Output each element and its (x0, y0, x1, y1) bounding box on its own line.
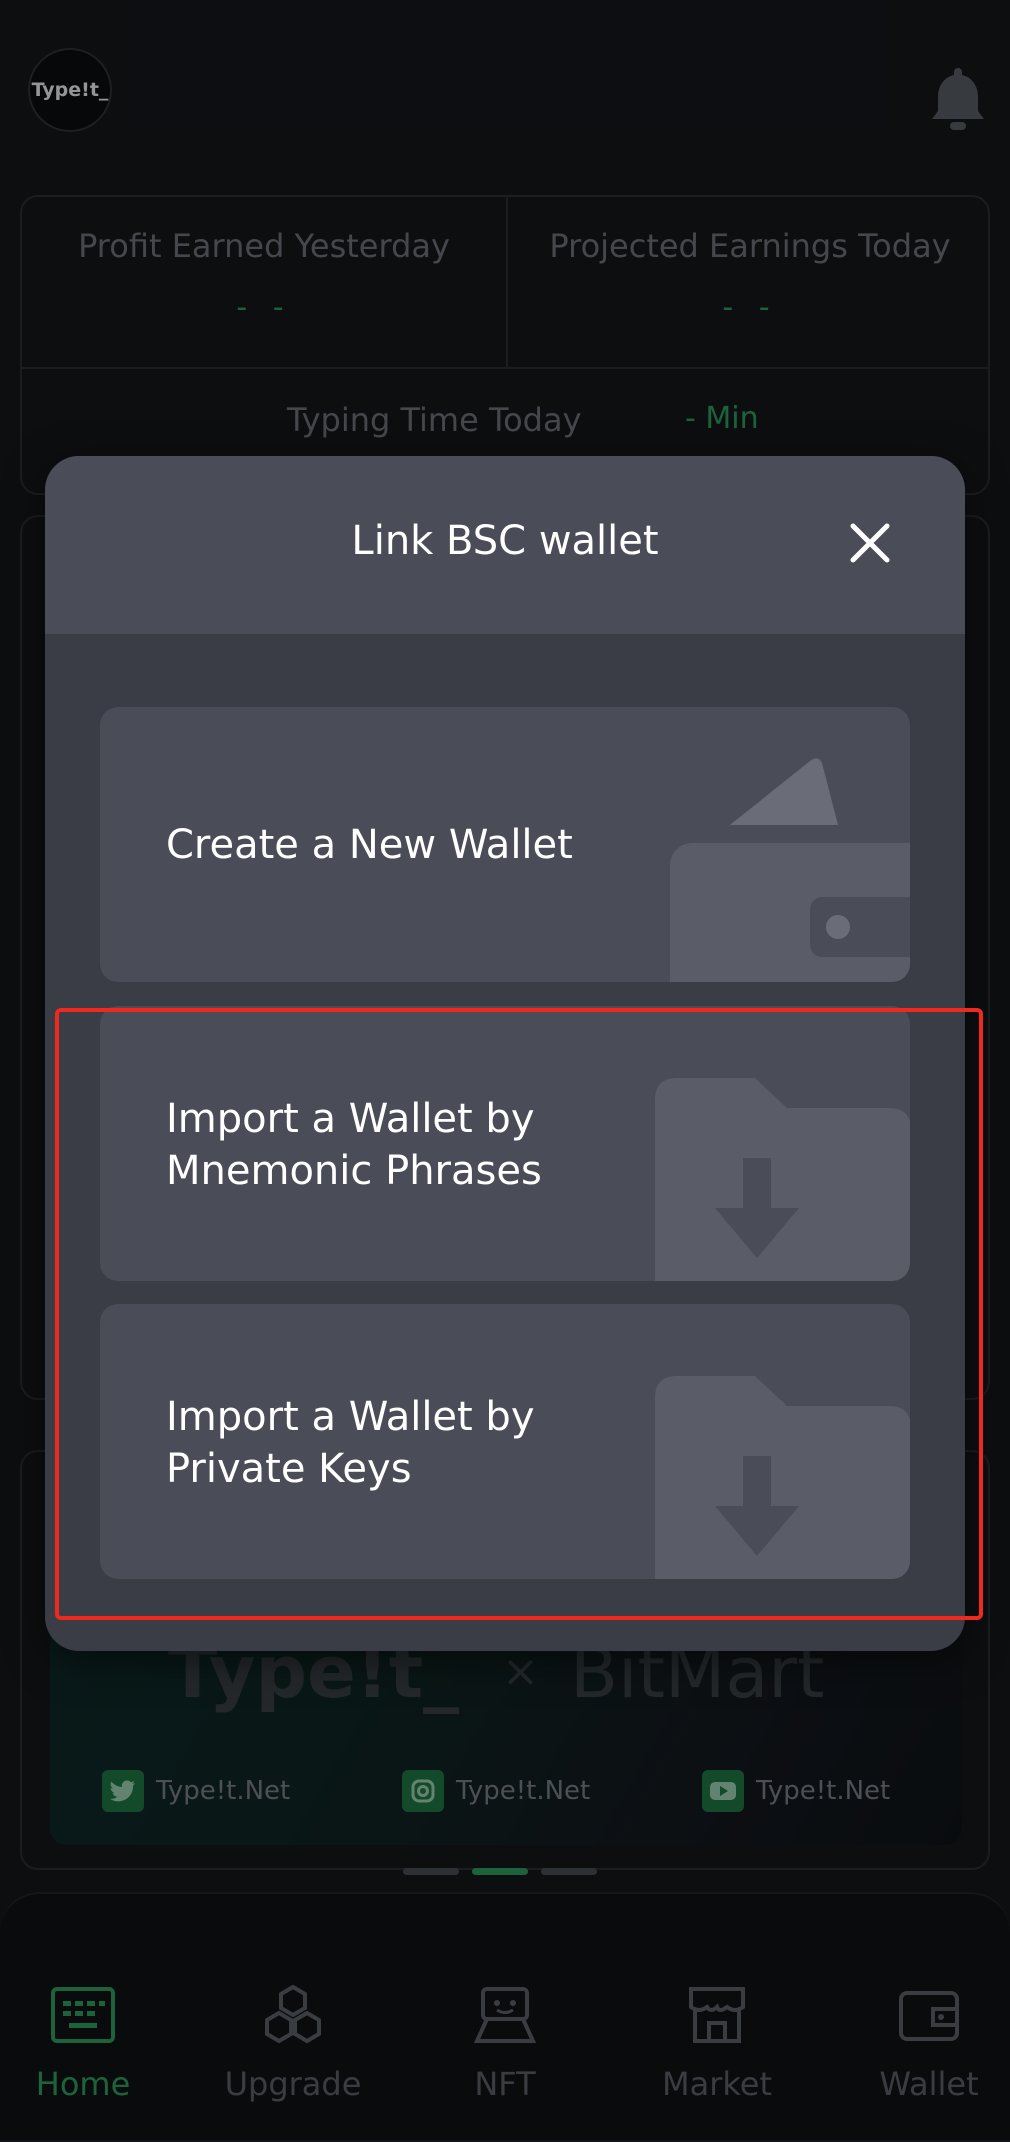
wallet-icon (670, 758, 910, 982)
modal-title: Link BSC wallet (351, 518, 659, 564)
import-private-key-line2: Private Keys (166, 1446, 412, 1492)
import-private-key-label: Import a Wallet by Private Keys (166, 1391, 535, 1495)
modal-header: Link BSC wallet (45, 456, 965, 634)
import-mnemonic-option[interactable]: Import a Wallet by Mnemonic Phrases (100, 1006, 910, 1281)
import-private-key-option[interactable]: Import a Wallet by Private Keys (100, 1304, 910, 1579)
import-mnemonic-line2: Mnemonic Phrases (166, 1148, 542, 1194)
folder-download-icon (655, 1078, 910, 1281)
import-private-key-line1: Import a Wallet by (166, 1394, 535, 1440)
folder-download-icon (655, 1376, 910, 1579)
import-mnemonic-line1: Import a Wallet by (166, 1096, 535, 1142)
link-wallet-modal: Link BSC wallet Create a New Wallet Impo… (45, 456, 965, 1651)
create-wallet-label: Create a New Wallet (166, 822, 573, 868)
close-icon[interactable] (845, 518, 895, 568)
import-mnemonic-label: Import a Wallet by Mnemonic Phrases (166, 1093, 542, 1197)
create-wallet-option[interactable]: Create a New Wallet (100, 707, 910, 982)
